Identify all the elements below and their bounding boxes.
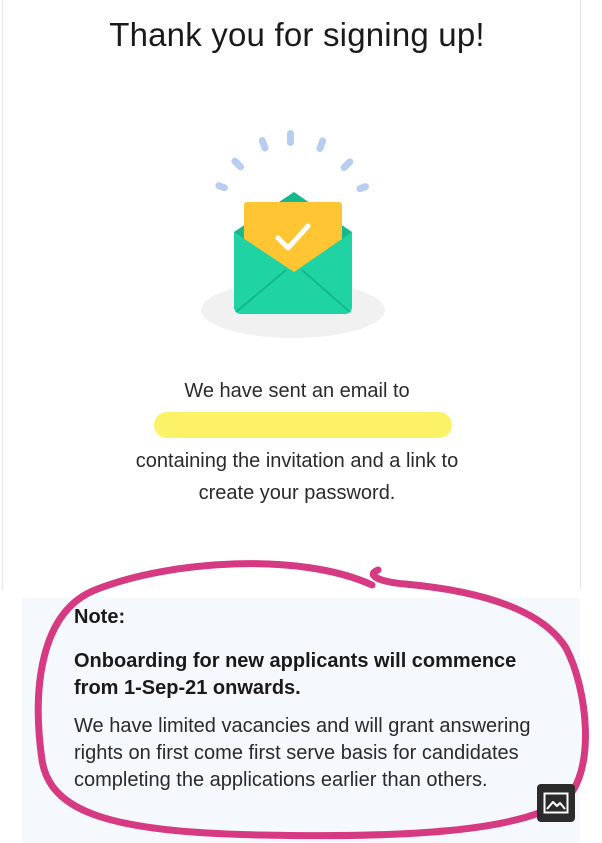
sparkle-marks <box>215 130 370 193</box>
signup-confirmation-page: Thank you for signing up! We have sent a… <box>0 0 602 843</box>
page-title: Thank you for signing up! <box>109 16 485 53</box>
email-sent-text: We have sent an email to <box>184 380 410 402</box>
password-text: create your password. <box>198 482 396 504</box>
note-label: Note: <box>74 606 126 628</box>
redacted-email-highlight <box>154 412 452 438</box>
note-headline: Onboarding for new applicants will comme… <box>74 650 517 699</box>
envelope-check-icon <box>201 130 385 338</box>
invitation-text: containing the invitation and a link to <box>135 450 459 472</box>
image-icon <box>543 792 569 814</box>
note-body: We have limited vacancies and will grant… <box>74 715 531 791</box>
image-view-button[interactable] <box>537 784 575 822</box>
